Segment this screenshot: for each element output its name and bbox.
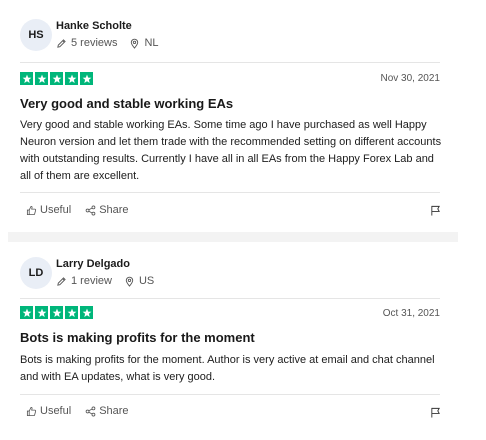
star-icon: [50, 306, 63, 319]
review-card: LD Larry Delgado 1 review US Oct 31, 202…: [0, 242, 486, 440]
star-rating: [20, 306, 95, 319]
review-date: Oct 31, 2021: [382, 308, 440, 319]
author-meta: 1 review US: [56, 275, 154, 287]
avatar[interactable]: HS: [20, 19, 52, 51]
star-icon: [65, 306, 78, 319]
useful-label: Useful: [40, 405, 72, 417]
divider: [20, 394, 440, 395]
share-icon: [85, 205, 96, 215]
review-body: Bots is making profits for the moment. A…: [20, 354, 435, 383]
avatar[interactable]: LD: [20, 257, 52, 289]
review-title[interactable]: Bots is making profits for the moment: [20, 330, 255, 345]
star-icon: [20, 72, 33, 85]
star-icon: [65, 72, 78, 85]
share-button[interactable]: Share: [85, 204, 129, 216]
thumbs-up-icon: [26, 406, 37, 416]
star-icon: [80, 306, 93, 319]
useful-label: Useful: [40, 204, 72, 216]
share-label: Share: [99, 405, 129, 417]
divider: [20, 62, 440, 63]
star-icon: [35, 306, 48, 319]
star-icon: [50, 72, 63, 85]
review-date: Nov 30, 2021: [380, 73, 441, 84]
divider: [20, 298, 440, 299]
star-rating: [20, 72, 95, 85]
review-count: 1 review: [71, 275, 112, 287]
author-name[interactable]: Larry Delgado: [56, 258, 130, 270]
share-icon: [85, 406, 96, 416]
review-title[interactable]: Very good and stable working EAs: [20, 96, 233, 111]
review-card: HS Hanke Scholte 5 reviews NL Nov 30, 20…: [0, 0, 486, 232]
flag-icon[interactable]: [430, 205, 441, 216]
pencil-icon: [57, 38, 66, 48]
pencil-icon: [57, 276, 66, 286]
share-label: Share: [99, 204, 129, 216]
author-meta: 5 reviews NL: [56, 37, 159, 49]
star-icon: [35, 72, 48, 85]
location-pin-icon: [131, 38, 139, 49]
star-icon: [20, 306, 33, 319]
useful-button[interactable]: Useful: [26, 204, 71, 216]
divider: [20, 192, 440, 193]
share-button[interactable]: Share: [85, 405, 129, 417]
country-code: US: [138, 275, 155, 287]
reviews-page: HS Hanke Scholte 5 reviews NL Nov 30, 20…: [0, 0, 486, 440]
star-icon: [80, 72, 93, 85]
thumbs-up-icon: [26, 205, 37, 215]
review-body: Very good and stable working EAs. Some t…: [20, 119, 442, 182]
review-actions: Useful Share: [26, 204, 143, 216]
country-code: NL: [144, 37, 159, 49]
author-name[interactable]: Hanke Scholte: [56, 20, 132, 32]
useful-button[interactable]: Useful: [26, 405, 71, 417]
location-pin-icon: [125, 276, 134, 287]
review-separator: [8, 232, 458, 242]
flag-icon[interactable]: [430, 407, 441, 418]
review-count: 5 reviews: [71, 37, 118, 49]
review-actions: Useful Share: [26, 405, 143, 417]
